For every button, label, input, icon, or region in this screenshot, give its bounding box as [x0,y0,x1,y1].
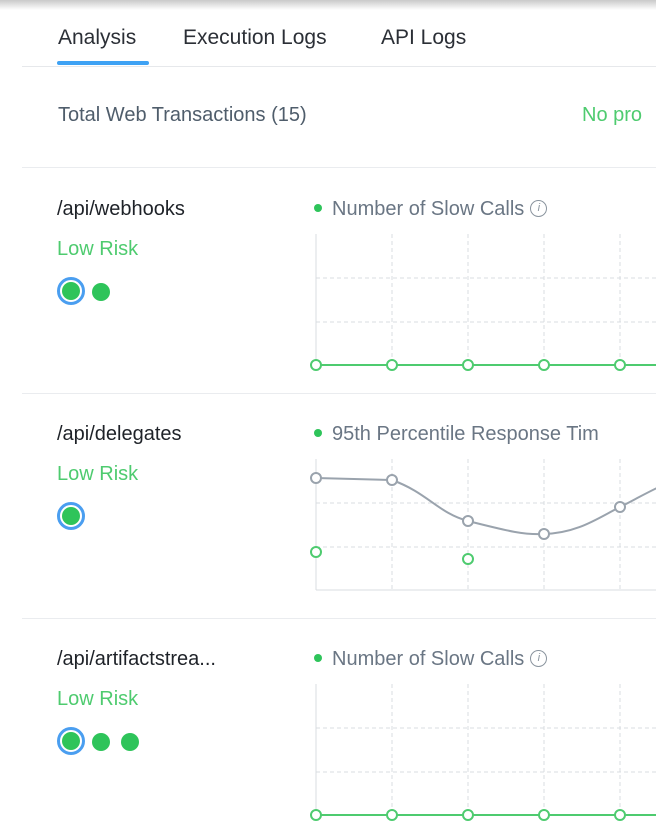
response-time-chart [310,459,656,591]
metric-label: 95th Percentile Response Tim [332,423,599,445]
tab-execution-logs[interactable]: Execution Logs [183,26,327,50]
data-point[interactable] [386,359,398,371]
metric-title: 95th Percentile Response Tim [314,423,599,446]
slow-calls-chart [310,234,656,371]
info-icon[interactable]: i [530,200,548,218]
risk-label: Low Risk [57,463,139,485]
data-point[interactable] [538,359,550,371]
transaction-row-webhooks[interactable]: /api/webhooks Low Risk Number of Slow Ca… [22,168,656,394]
metric-label: Number of Slow Calls [332,648,525,670]
data-point[interactable] [538,528,550,540]
transaction-row-artifactstream[interactable]: /api/artifactstrea... Low Risk Number of… [22,618,656,821]
transaction-row-delegates[interactable]: /api/delegates Low Risk 95th Percentile … [22,393,656,619]
series-dot-icon [314,203,322,212]
metric-label: Number of Slow Calls [332,198,525,220]
data-point[interactable] [310,809,322,821]
data-point[interactable] [462,809,474,821]
slow-calls-chart [310,684,656,821]
total-transactions-label: Total Web Transactions (15) [58,104,307,126]
data-point[interactable] [386,474,398,486]
risk-label: Low Risk [57,688,139,710]
summary-bar: Total Web Transactions (15) No pro [22,66,656,168]
node-dot[interactable] [92,283,110,301]
info-icon[interactable]: i [530,650,548,668]
problems-status: No pro [582,104,643,126]
node-dot-selected[interactable] [57,277,85,305]
data-point[interactable] [310,472,322,484]
transaction-analysis-panel: Analysis Execution Logs API Logs Total W… [0,0,656,821]
metric-title: Number of Slow Calls i [314,648,548,671]
data-point[interactable] [310,359,322,371]
data-point[interactable] [386,809,398,821]
data-point[interactable] [462,553,474,565]
transaction-name[interactable]: /api/webhooks [57,198,185,221]
tab-analysis[interactable]: Analysis [58,26,136,50]
active-tab-indicator [57,61,149,65]
data-point[interactable] [614,501,626,513]
series-dot-icon [314,428,322,437]
data-point[interactable] [462,359,474,371]
data-point[interactable] [614,809,626,821]
baseline-series-line [315,477,656,536]
node-dot[interactable] [92,733,110,751]
transaction-name[interactable]: /api/artifactstrea... [57,648,216,671]
node-dot[interactable] [121,733,139,751]
metric-title: Number of Slow Calls i [314,198,548,221]
data-point[interactable] [614,359,626,371]
tab-bar: Analysis Execution Logs API Logs [22,0,656,67]
data-point[interactable] [538,809,550,821]
data-point[interactable] [462,515,474,527]
series-dot-icon [314,653,322,662]
transaction-name[interactable]: /api/delegates [57,423,182,446]
data-point[interactable] [310,546,322,558]
risk-label: Low Risk [57,238,139,260]
node-dot-selected[interactable] [57,727,85,755]
tab-api-logs[interactable]: API Logs [381,26,466,50]
node-dot-selected[interactable] [57,502,85,530]
